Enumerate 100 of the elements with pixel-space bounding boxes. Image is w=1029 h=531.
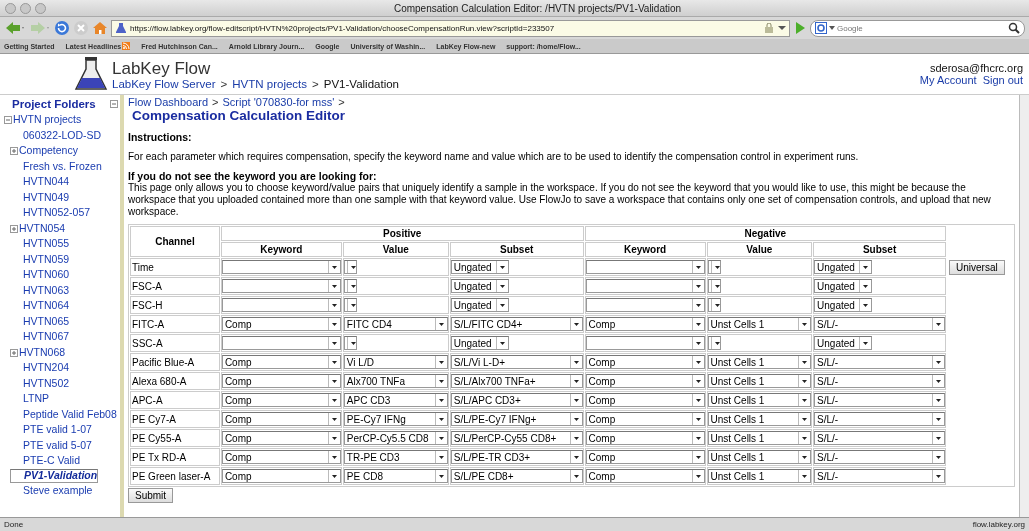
folder-link[interactable]: HVTN055 — [10, 236, 70, 252]
dropdown-field[interactable]: Comp — [585, 450, 705, 464]
dropdown-field[interactable]: Ungated — [814, 298, 873, 312]
expand-icon[interactable] — [10, 147, 18, 155]
dropdown-field[interactable] — [343, 298, 357, 312]
folder-link[interactable]: HVTN054 — [19, 220, 66, 236]
dropdown-field[interactable]: S/L/- — [814, 355, 946, 369]
folder-link[interactable]: HVTN049 — [10, 189, 70, 205]
folder-link[interactable]: HVTN projects — [13, 112, 82, 128]
dropdown-field[interactable]: Comp — [585, 317, 705, 331]
dropdown-field[interactable]: Unst Cells 1 — [707, 469, 812, 483]
folder-link[interactable]: HVTN052-057 — [10, 205, 91, 221]
dropdown-field[interactable]: Comp — [221, 374, 341, 388]
dropdown-field[interactable] — [221, 260, 341, 274]
dropdown-field[interactable]: Unst Cells 1 — [707, 431, 812, 445]
dropdown-field[interactable]: Comp — [221, 431, 341, 445]
dropdown-field[interactable]: S/L/PE CD8+ — [450, 469, 583, 483]
account-link[interactable]: My Account — [919, 74, 977, 86]
rss-feed-icon[interactable] — [122, 42, 131, 50]
folder-link[interactable]: Competency — [19, 143, 78, 159]
dropdown-field[interactable] — [707, 336, 721, 350]
dropdown-field[interactable]: Comp — [221, 317, 341, 331]
dropdown-field[interactable] — [343, 336, 357, 350]
dropdown-field[interactable]: Ungated — [450, 260, 509, 274]
dropdown-field[interactable]: Vi L/D — [343, 355, 448, 369]
dropdown-field[interactable]: S/L/PE-TR CD3+ — [450, 450, 583, 464]
dropdown-field[interactable]: Ungated — [814, 336, 873, 350]
dropdown-field[interactable]: FITC CD4 — [343, 317, 448, 331]
dropdown-field[interactable]: S/L/- — [814, 317, 946, 331]
dropdown-field[interactable]: Comp — [221, 355, 341, 369]
dropdown-field[interactable]: Ungated — [450, 336, 509, 350]
submit-button[interactable]: Submit — [128, 488, 174, 503]
folder-link[interactable]: LTNP — [10, 391, 50, 407]
dropdown-field[interactable]: Comp — [585, 469, 705, 483]
folder-link[interactable]: HVTN044 — [10, 174, 70, 190]
caret-icon[interactable] — [829, 26, 835, 30]
dropdown-field[interactable]: Comp — [221, 412, 341, 426]
folder-link[interactable]: Steve example — [10, 482, 93, 498]
folder-link[interactable]: HVTN059 — [10, 251, 70, 267]
breadcrumb-link[interactable]: Script '070830-for mss' — [222, 96, 335, 108]
folder-link[interactable]: HVTN060 — [10, 267, 70, 283]
universal-button[interactable]: Universal — [949, 259, 1005, 275]
dropdown-field[interactable]: S/L/Alx700 TNFa+ — [450, 374, 583, 388]
dropdown-field[interactable]: S/L/- — [814, 450, 946, 464]
dropdown-field[interactable]: Comp — [585, 393, 705, 407]
dropdown-field[interactable] — [585, 336, 705, 350]
collapse-icon[interactable] — [4, 116, 12, 124]
home-icon[interactable] — [92, 20, 108, 36]
folder-link[interactable]: PTE-C Valid — [10, 453, 80, 469]
folder-link[interactable]: Peptide Valid Feb08 — [10, 406, 117, 422]
dropdown-field[interactable] — [585, 279, 705, 293]
dropdown-field[interactable] — [707, 260, 721, 274]
dropdown-field[interactable]: S/L/- — [814, 469, 946, 483]
dropdown-field[interactable]: Comp — [221, 450, 341, 464]
breadcrumb-link[interactable]: HVTN projects — [232, 77, 308, 90]
dropdown-field[interactable]: Alx700 TNFa — [343, 374, 448, 388]
dropdown-field[interactable]: TR-PE CD3 — [343, 450, 448, 464]
dropdown-field[interactable]: S/L/PerCP-Cy55 CD8+ — [450, 431, 583, 445]
dropdown-field[interactable] — [221, 336, 341, 350]
scrollbar[interactable] — [1019, 95, 1029, 517]
dropdown-field[interactable]: Unst Cells 1 — [707, 393, 812, 407]
dropdown-field[interactable]: Unst Cells 1 — [707, 355, 812, 369]
dropdown-field[interactable] — [343, 260, 357, 274]
dropdown-field[interactable]: Unst Cells 1 — [707, 374, 812, 388]
dropdown-field[interactable]: Unst Cells 1 — [707, 412, 812, 426]
folder-link[interactable]: PV1-Validation — [10, 468, 99, 483]
dropdown-field[interactable] — [221, 298, 341, 312]
dropdown-field[interactable]: Comp — [585, 412, 705, 426]
dropdown-field[interactable]: Comp — [585, 355, 705, 369]
dropdown-field[interactable]: S/L/FITC CD4+ — [450, 317, 583, 331]
dropdown-field[interactable]: Unst Cells 1 — [707, 317, 812, 331]
folder-link[interactable]: HVTN204 — [10, 360, 70, 376]
dropdown-field[interactable]: Comp — [221, 469, 341, 483]
dropdown-field[interactable] — [221, 279, 341, 293]
breadcrumb-link[interactable]: Flow Dashboard — [128, 96, 209, 108]
dropdown-field[interactable]: S/L/Vi L-D+ — [450, 355, 583, 369]
dropdown-field[interactable]: Comp — [221, 393, 341, 407]
dropdown-field[interactable]: Ungated — [450, 279, 509, 293]
folder-link[interactable]: HVTN063 — [10, 282, 70, 298]
dropdown-field[interactable]: PerCP-Cy5.5 CD8 — [343, 431, 448, 445]
dropdown-field[interactable]: S/L/APC CD3+ — [450, 393, 583, 407]
address-field[interactable]: https://flow.labkey.org/flow-editscript/HVTN%20projects/PV1-Validation/chooseCompensationRun.view?scriptId=233507 — [111, 19, 790, 37]
dropdown-field[interactable]: Comp — [585, 431, 705, 445]
dropdown-field[interactable]: S/L/- — [814, 374, 946, 388]
dropdown-field[interactable]: APC CD3 — [343, 393, 448, 407]
history-caret-icon[interactable] — [778, 24, 786, 32]
reload-icon[interactable] — [54, 20, 70, 36]
folder-link[interactable]: 060322-LOD-SD — [10, 127, 102, 143]
breadcrumb-link[interactable]: LabKey Flow Server — [112, 77, 216, 90]
dropdown-field[interactable]: S/L/- — [814, 393, 946, 407]
dropdown-field[interactable]: Ungated — [814, 260, 873, 274]
dropdown-field[interactable]: Ungated — [814, 279, 873, 293]
dropdown-field[interactable]: S/L/- — [814, 431, 946, 445]
dropdown-field[interactable]: PE CD8 — [343, 469, 448, 483]
back-icon[interactable] — [4, 20, 26, 36]
folder-link[interactable]: PTE valid 1-07 — [10, 422, 92, 438]
dropdown-field[interactable]: PE-Cy7 IFNg — [343, 412, 448, 426]
dropdown-field[interactable]: Unst Cells 1 — [707, 450, 812, 464]
search-engine-icon[interactable] — [815, 22, 827, 34]
dropdown-field[interactable] — [707, 298, 721, 312]
